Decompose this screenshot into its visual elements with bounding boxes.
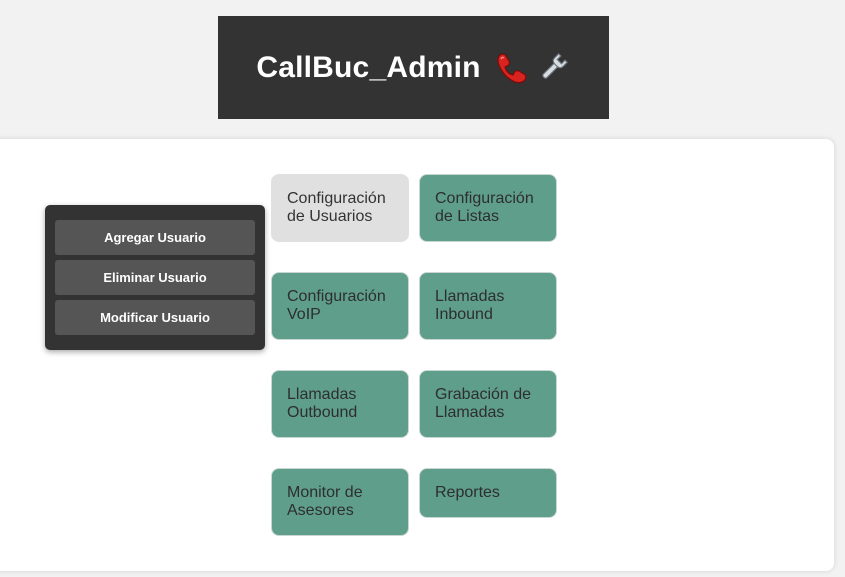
main-panel <box>0 139 834 571</box>
tile-label: Monitor de Asesores <box>287 484 363 519</box>
add-user-button[interactable]: Agregar Usuario <box>55 220 255 255</box>
wrench-icon <box>535 50 571 86</box>
telephone-receiver-icon <box>493 50 529 86</box>
tile-label: Llamadas Outbound <box>287 386 358 421</box>
delete-user-button[interactable]: Eliminar Usuario <box>55 260 255 295</box>
tile-inbound-calls[interactable]: Llamadas Inbound <box>419 272 557 340</box>
tile-reports[interactable]: Reportes <box>419 468 557 518</box>
user-submenu: Agregar Usuario Eliminar Usuario Modific… <box>45 205 265 350</box>
tile-label: Reportes <box>435 484 500 501</box>
header-icons <box>493 50 571 86</box>
tile-label: Configuración VoIP <box>287 288 386 323</box>
app-title: CallBuc_Admin <box>256 50 481 84</box>
app-header: CallBuc_Admin <box>218 16 609 119</box>
tile-list-config[interactable]: Configuración de Listas <box>419 174 557 242</box>
tile-call-recording[interactable]: Grabación de Llamadas <box>419 370 557 438</box>
modify-user-button[interactable]: Modificar Usuario <box>55 300 255 335</box>
tile-voip-config[interactable]: Configuración VoIP <box>271 272 409 340</box>
tile-outbound-calls[interactable]: Llamadas Outbound <box>271 370 409 438</box>
tile-label: Grabación de Llamadas <box>435 386 532 421</box>
tile-label: Llamadas Inbound <box>435 288 505 323</box>
tile-user-config[interactable]: Configuración de Usuarios <box>271 174 409 242</box>
tile-label: Configuración de Usuarios <box>287 190 386 225</box>
tile-agent-monitor[interactable]: Monitor de Asesores <box>271 468 409 536</box>
tile-label: Configuración de Listas <box>435 190 534 225</box>
